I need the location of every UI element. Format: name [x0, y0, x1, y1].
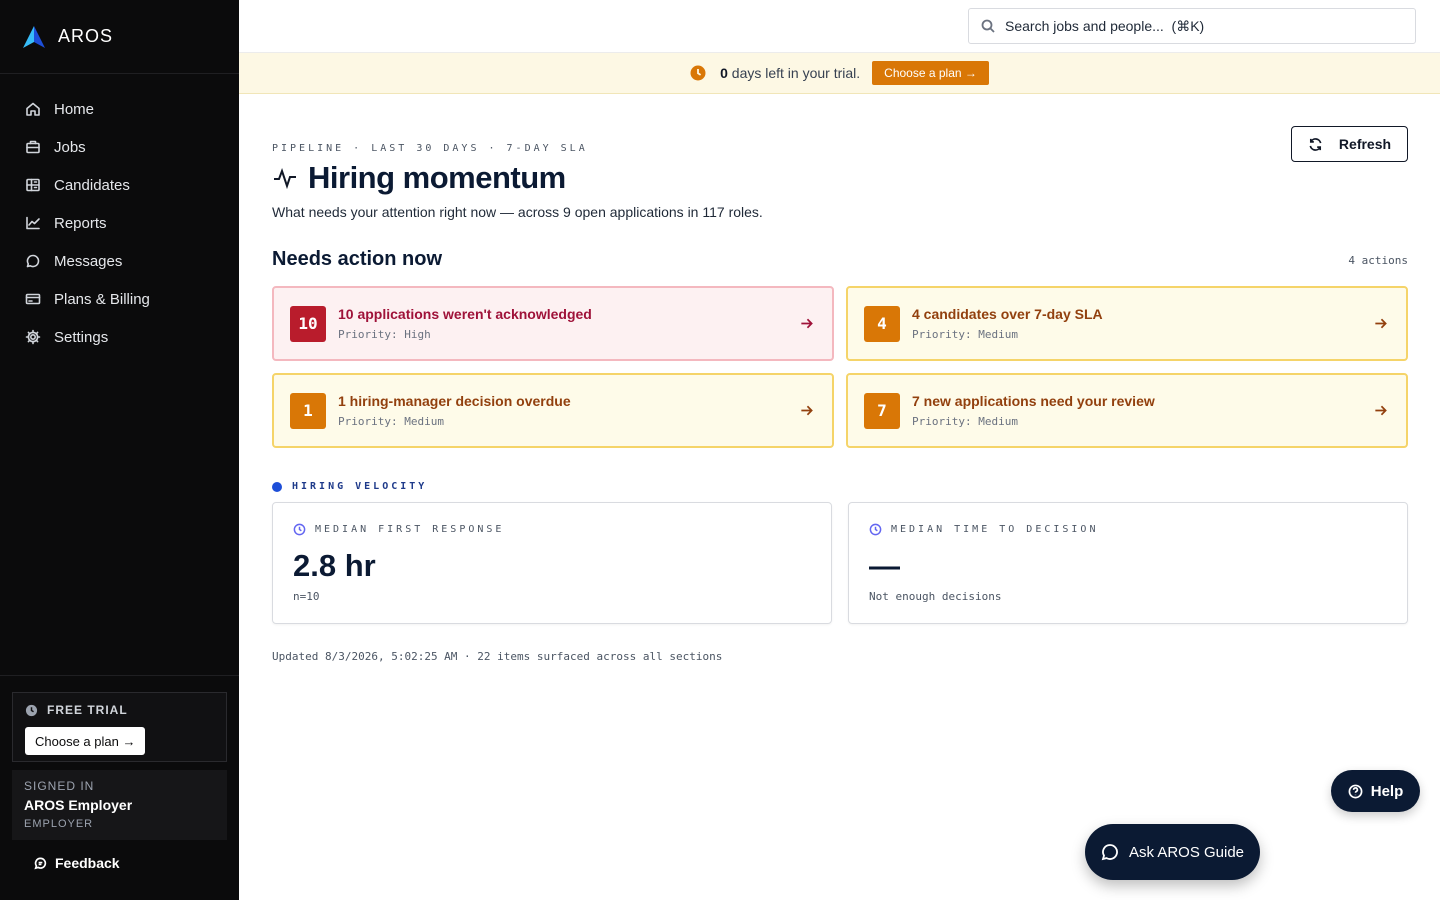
sidebar-item-messages[interactable]: Messages	[0, 242, 239, 280]
metric-note: n=10	[293, 590, 320, 603]
ask-aros-guide-button[interactable]: Ask AROS Guide	[1085, 824, 1260, 880]
arrow-right-icon	[801, 405, 813, 416]
refresh-button[interactable]: Refresh	[1291, 126, 1408, 162]
chart-icon	[26, 216, 40, 230]
signed-in-role: EMPLOYER	[24, 818, 94, 830]
chat-bubble-icon	[1101, 844, 1118, 861]
action-card-unacknowledged[interactable]: 10 10 applications weren't acknowledged …	[272, 286, 834, 361]
sidebar-item-label: Candidates	[54, 176, 130, 194]
action-card-title: 7 new applications need your review	[912, 393, 1155, 409]
action-card-badge: 4	[864, 305, 900, 342]
metric-note: Not enough decisions	[869, 590, 1002, 603]
signed-in-box[interactable]: SIGNED IN AROS Employer EMPLOYER	[12, 770, 227, 840]
clock-icon	[869, 523, 882, 536]
briefcase-icon	[26, 140, 40, 154]
action-card-badge: 10	[290, 305, 326, 342]
sidebar-item-home[interactable]: Home	[0, 90, 239, 128]
sidebar-item-settings[interactable]: Settings	[0, 318, 239, 356]
search-input[interactable]	[1005, 18, 1385, 34]
gear-icon	[25, 329, 41, 345]
action-card-title: 10 applications weren't acknowledged	[338, 306, 592, 322]
metric-median-first-response: MEDIAN FIRST RESPONSE 2.8 hr n=10	[272, 502, 832, 624]
clock-icon	[25, 704, 38, 716]
banner-choose-plan-button[interactable]: Choose a plan →	[872, 61, 989, 85]
action-card-priority: Priority: Medium	[912, 415, 1018, 428]
action-card-title: 4 candidates over 7-day SLA	[912, 306, 1103, 322]
topbar	[239, 0, 1440, 53]
search-icon	[981, 19, 995, 33]
action-card-priority: Priority: Medium	[338, 415, 444, 428]
page-eyebrow: PIPELINE · LAST 30 DAYS · 7-DAY SLA	[272, 143, 588, 154]
sidebar-item-candidates[interactable]: Candidates	[0, 166, 239, 204]
sidebar-item-label: Home	[54, 100, 95, 118]
hiring-velocity-heading: HIRING VELOCITY	[272, 481, 427, 492]
aros-logo-icon	[23, 25, 45, 48]
action-card-over-sla[interactable]: 4 4 candidates over 7-day SLA Priority: …	[846, 286, 1408, 361]
sidebar-item-label: Settings	[54, 328, 109, 346]
needs-action-title: Needs action now	[272, 248, 443, 270]
action-card-body: 10 applications weren't acknowledged Pri…	[338, 306, 592, 341]
brand-name: AROS	[58, 26, 114, 46]
clock-icon	[293, 523, 306, 536]
trial-days-count: 0	[720, 65, 728, 81]
free-trial-box: FREE TRIAL Choose a plan →	[12, 692, 227, 762]
updated-timestamp: Updated 8/3/2026, 5:02:25 AM · 22 items …	[272, 650, 723, 663]
sidebar: AROS Home Jobs Candidates Reports Messag…	[0, 0, 239, 900]
signed-in-caption: SIGNED IN	[24, 779, 95, 793]
home-icon	[26, 102, 40, 116]
velocity-dot-icon	[272, 481, 282, 492]
sidebar-item-reports[interactable]: Reports	[0, 204, 239, 242]
sidebar-item-label: Reports	[54, 214, 107, 232]
action-card-body: 1 hiring-manager decision overdue Priori…	[338, 393, 571, 428]
velocity-metrics: MEDIAN FIRST RESPONSE 2.8 hr n=10 MEDIAN…	[272, 502, 1408, 624]
sidebar-nav: Home Jobs Candidates Reports Messages Pl…	[0, 74, 239, 356]
arrow-right-icon	[801, 318, 813, 329]
sidebar-item-label: Jobs	[54, 138, 86, 156]
arrow-right-icon	[1375, 405, 1387, 416]
actions-count: 4 actions	[1348, 254, 1408, 267]
candidates-icon	[26, 178, 40, 192]
action-card-badge: 7	[864, 392, 900, 429]
signed-in-name: AROS Employer	[24, 797, 133, 813]
action-card-new-applications[interactable]: 7 7 new applications need your review Pr…	[846, 373, 1408, 448]
clock-icon	[690, 65, 706, 81]
sidebar-item-label: Messages	[54, 252, 123, 270]
metric-median-time-to-decision: MEDIAN TIME TO DECISION — Not enough dec…	[848, 502, 1408, 624]
action-card-body: 4 candidates over 7-day SLA Priority: Me…	[912, 306, 1103, 341]
action-card-title: 1 hiring-manager decision overdue	[338, 393, 571, 409]
action-card-body: 7 new applications need your review Prio…	[912, 393, 1155, 428]
action-cards: 10 10 applications weren't acknowledged …	[272, 286, 1408, 448]
feedback-button[interactable]: Feedback	[12, 852, 227, 874]
trial-banner: 0 days left in your trial. Choose a plan…	[239, 53, 1440, 94]
page-subtitle: What needs your attention right now — ac…	[272, 204, 763, 220]
activity-icon	[274, 168, 296, 190]
metric-label: MEDIAN TIME TO DECISION	[869, 523, 1387, 536]
title-row: Hiring momentum	[272, 160, 566, 196]
trial-banner-text: 0 days left in your trial.	[720, 65, 861, 81]
action-card-priority: Priority: High	[338, 328, 431, 341]
sidebar-item-plans-billing[interactable]: Plans & Billing	[0, 280, 239, 318]
help-icon	[1348, 784, 1363, 798]
sidebar-footer: FREE TRIAL Choose a plan → SIGNED IN ARO…	[0, 675, 239, 900]
metric-value: —	[869, 548, 900, 583]
metric-label: MEDIAN FIRST RESPONSE	[293, 523, 811, 536]
free-trial-label: FREE TRIAL	[25, 703, 214, 717]
action-card-priority: Priority: Medium	[912, 328, 1018, 341]
sidebar-item-label: Plans & Billing	[54, 290, 150, 308]
brand[interactable]: AROS	[0, 0, 239, 74]
search-box[interactable]	[968, 8, 1416, 44]
arrow-right-icon	[1375, 318, 1387, 329]
action-card-badge: 1	[290, 392, 326, 429]
sidebar-item-jobs[interactable]: Jobs	[0, 128, 239, 166]
action-card-decision-overdue[interactable]: 1 1 hiring-manager decision overdue Prio…	[272, 373, 834, 448]
sidebar-choose-plan-button[interactable]: Choose a plan →	[25, 727, 146, 755]
credit-card-icon	[25, 293, 41, 305]
page-title: Hiring momentum	[308, 160, 566, 195]
metric-value: 2.8 hr	[293, 548, 376, 583]
help-button[interactable]: Help	[1331, 770, 1420, 812]
feedback-icon	[34, 857, 47, 869]
message-icon	[26, 254, 40, 268]
refresh-icon	[1309, 137, 1322, 151]
